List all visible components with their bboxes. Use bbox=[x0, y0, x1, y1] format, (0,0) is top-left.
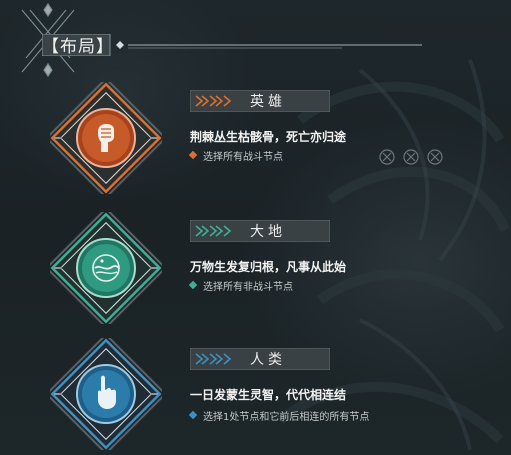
role-earth[interactable]: 大地 万物生发复归根，凡事从此始 选择所有非战斗节点 bbox=[0, 212, 511, 324]
hero-description: 荆棘丛生枯骸骨，死亡亦归途 bbox=[190, 130, 347, 144]
layout-panel: 【布局】 英雄 荆棘丛生枯骸骨，死亡亦归途 选择所有战斗节点 大地 万物生发复归… bbox=[0, 0, 511, 455]
hero-rule: 选择所有战斗节点 bbox=[203, 152, 283, 163]
raised-fist-icon bbox=[98, 124, 114, 152]
earth-orb-icon bbox=[92, 254, 120, 282]
earth-rule: 选择所有非战斗节点 bbox=[203, 282, 293, 293]
earth-name: 大地 bbox=[250, 224, 286, 240]
role-hero[interactable]: 英雄 荆棘丛生枯骸骨，死亡亦归途 选择所有战斗节点 bbox=[0, 82, 511, 194]
earth-description: 万物生发复归根，凡事从此始 bbox=[190, 260, 347, 274]
human-rule-marker bbox=[188, 410, 198, 420]
hero-name: 英雄 bbox=[250, 94, 286, 110]
human-rule: 选择1处节点和它前后相连的所有节点 bbox=[203, 412, 370, 423]
selection-slots bbox=[379, 149, 443, 165]
pointing-hand-icon bbox=[98, 375, 116, 409]
earth-rule-marker bbox=[188, 280, 198, 290]
human-description: 一日发蒙生灵智，代代相连结 bbox=[190, 388, 347, 402]
panel-title: 【布局】 bbox=[42, 37, 114, 57]
human-name: 人类 bbox=[250, 352, 286, 368]
role-human[interactable]: 人类 一日发蒙生灵智，代代相连结 选择1处节点和它前后相连的所有节点 bbox=[0, 338, 511, 450]
hero-rule-marker bbox=[188, 150, 198, 160]
